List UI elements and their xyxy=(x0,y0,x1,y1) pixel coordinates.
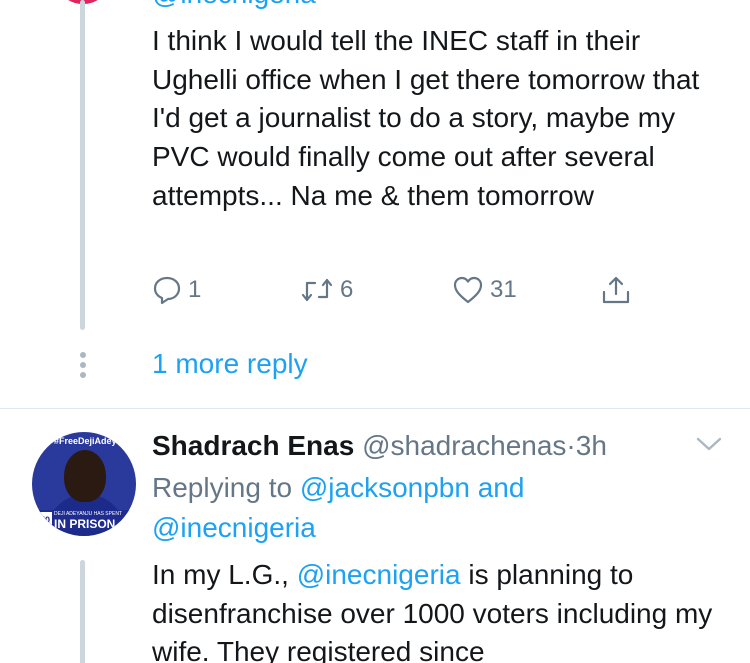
retweet-count: 6 xyxy=(340,276,354,303)
display-name[interactable]: Shadrach Enas xyxy=(152,430,354,461)
chevron-down-icon[interactable] xyxy=(694,434,724,454)
share-icon xyxy=(602,276,630,304)
mention-link[interactable]: @jacksonpbn xyxy=(300,472,470,503)
thread-line xyxy=(80,560,85,663)
tweet-text: I think I would tell the INEC staff in t… xyxy=(152,25,700,211)
more-replies-dots-icon xyxy=(78,352,88,380)
replying-to: Replying to @jacksonpbn and @inecnigeria xyxy=(152,468,712,548)
tweet-text: In my L.G., @inecnigeria is planning to … xyxy=(152,556,732,663)
replying-prefix: Replying to xyxy=(152,472,293,503)
tweet-actions: 1 6 31 xyxy=(152,270,652,310)
twitter-thread-screen: @inecnigeria I think I would tell the IN… xyxy=(0,0,750,663)
user-handle[interactable]: @shadrachenas xyxy=(362,430,566,461)
like-button[interactable]: 31 xyxy=(452,270,517,310)
share-button[interactable] xyxy=(600,270,632,310)
heart-icon xyxy=(453,276,483,304)
mention-link[interactable]: @inecnigeria xyxy=(152,512,316,543)
more-replies-link[interactable]: 1 more reply xyxy=(152,348,308,380)
timestamp[interactable]: 3h xyxy=(576,430,607,461)
mention-link[interactable]: @inecnigeria xyxy=(297,559,461,590)
reply-count: 1 xyxy=(188,276,202,303)
thread-line xyxy=(80,0,85,330)
divider xyxy=(0,408,750,409)
tweet-header: Shadrach Enas @shadrachenas·3h xyxy=(152,428,607,464)
handle-partial[interactable]: @inecnigeria xyxy=(152,0,316,10)
tweet-text-part: In my L.G., xyxy=(152,559,289,590)
retweet-icon xyxy=(301,278,333,302)
separator: · xyxy=(566,430,576,461)
replying-and: and xyxy=(477,472,525,503)
retweet-button[interactable]: 6 xyxy=(300,270,353,310)
reply-icon xyxy=(153,276,181,305)
reply-button[interactable]: 1 xyxy=(152,270,201,310)
avatar-tag: #FreeDejiAdeyanju xyxy=(54,436,136,446)
like-count: 31 xyxy=(490,276,517,303)
avatar-caption: IN PRISON xyxy=(54,517,116,531)
avatar-count: 50 xyxy=(38,512,52,528)
avatar[interactable]: #FreeDejiAdeyanju 50 DEJI ADEYANJU HAS S… xyxy=(32,432,136,536)
